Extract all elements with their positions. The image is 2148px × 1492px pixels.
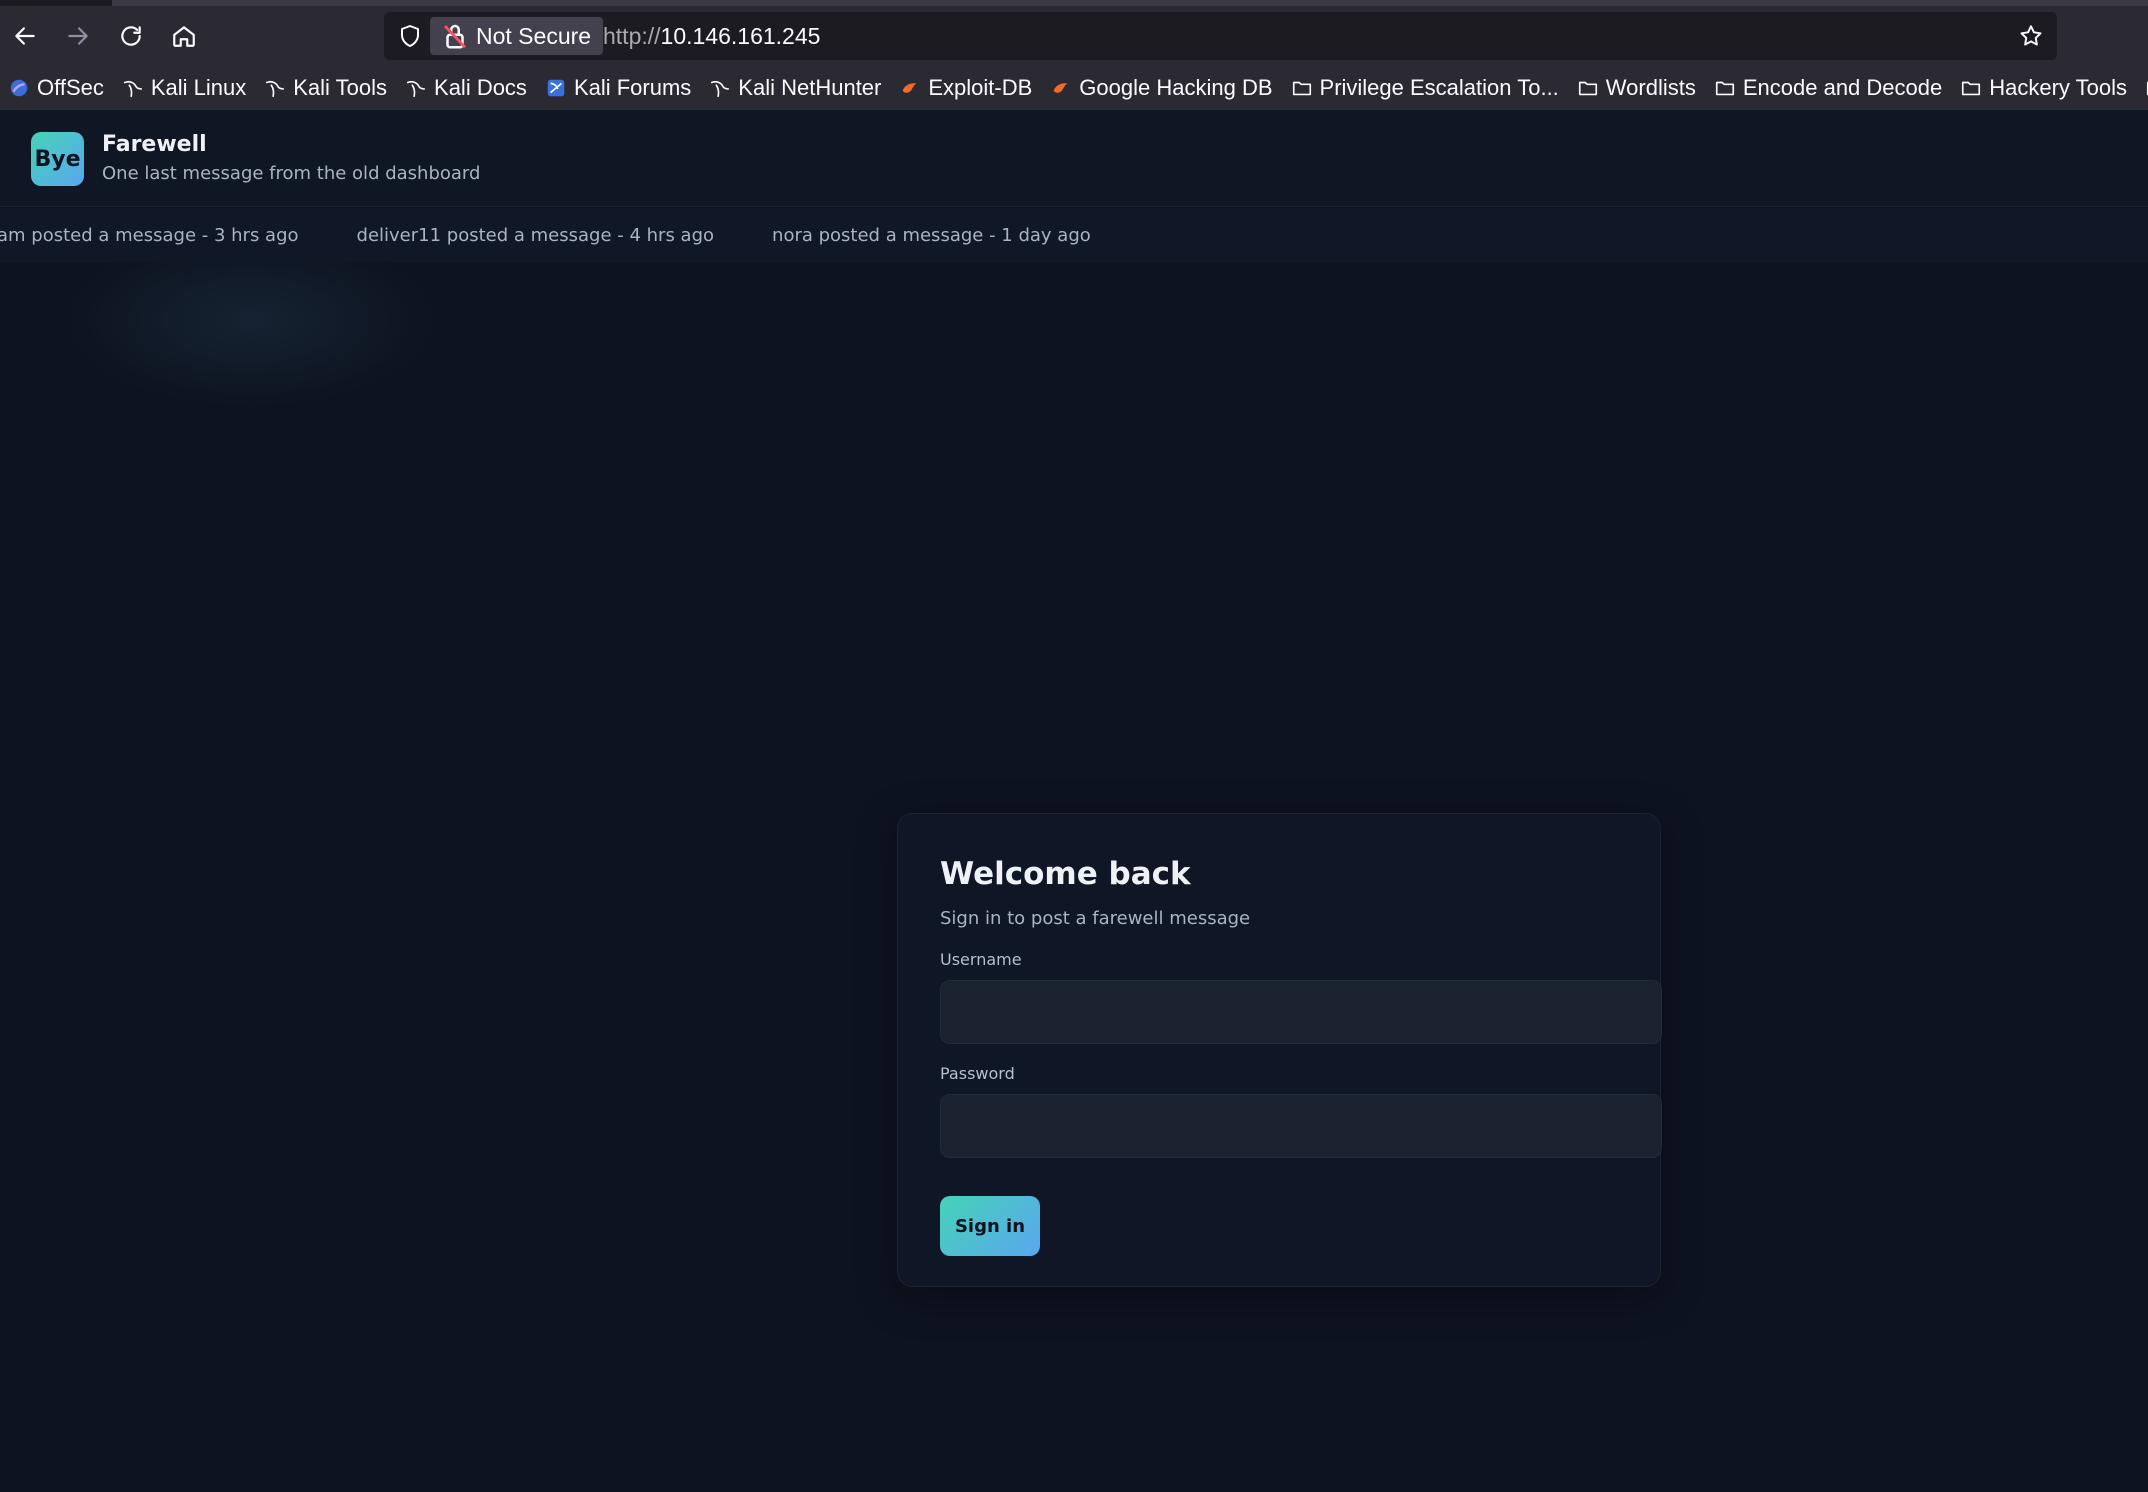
bookmark-item[interactable]: Privilege Escalation To... — [1291, 75, 1559, 101]
folder-icon — [1714, 77, 1736, 99]
bookmark-label: Kali Linux — [150, 75, 247, 100]
bookmark-item[interactable]: Kali Tools — [264, 75, 387, 101]
bookmark-item[interactable]: Wordlists — [1577, 75, 1696, 101]
site-subtitle: One last message from the old dashboard — [102, 163, 481, 184]
kali-forums-icon — [545, 77, 567, 99]
url-host: 10.146.161.245 — [660, 22, 821, 49]
reload-icon — [121, 26, 141, 46]
home-icon — [173, 26, 195, 47]
login-card: Welcome back Sign in to post a farewell … — [897, 813, 1662, 1287]
bookmark-label: Wordlists — [1605, 75, 1696, 100]
browser-chrome: Not Secure http://10.146.161.245 OffSec K… — [0, 0, 2148, 110]
offsec-icon — [8, 77, 30, 99]
arrow-right-icon — [68, 27, 88, 45]
ticker-item: deliver11 posted a message - 4 hrs ago — [356, 224, 715, 246]
bookmark-label: Hackery Tools — [1989, 75, 2127, 100]
kali-dragon-icon — [264, 77, 286, 99]
bookmark-label: Kali Docs — [434, 75, 527, 100]
password-input[interactable] — [940, 1094, 1662, 1158]
username-label: Username — [940, 950, 1022, 969]
page-viewport: Bye Farewell One last message from the o… — [0, 110, 2148, 1492]
kali-dragon-icon — [405, 77, 427, 99]
bookmark-item[interactable]: Encode and Decode — [1714, 75, 1942, 101]
login-title: Welcome back — [940, 856, 1191, 892]
ticker-track: am posted a message - 3 hrs ago deliver1… — [0, 208, 1149, 262]
password-label: Password — [940, 1064, 1015, 1083]
star-icon — [2020, 25, 2042, 46]
sign-in-button[interactable]: Sign in — [940, 1196, 1040, 1256]
home-button[interactable] — [164, 16, 204, 56]
bookmark-item[interactable]: Kali Linux — [122, 75, 246, 101]
login-subtitle: Sign in to post a farewell message — [940, 908, 1251, 929]
bookmark-item[interactable]: Exploit-DB — [899, 75, 1032, 101]
site-logo: Bye — [31, 132, 84, 186]
folder-icon — [1291, 77, 1313, 99]
bookmark-label: Exploit-DB — [928, 75, 1033, 100]
bookmarks-toolbar: OffSec Kali Linux Kali Tools Kali Docs Kali … — [0, 66, 2148, 110]
bookmark-item[interactable]: Google Hacking DB — [1050, 75, 1273, 101]
folder-icon — [1577, 77, 1599, 99]
kali-dragon-icon — [709, 77, 731, 99]
url-bar[interactable]: Not Secure http://10.146.161.245 — [384, 12, 2057, 60]
bookmark-item[interactable]: Kali Forums — [545, 75, 691, 101]
bookmark-label: Kali Tools — [293, 75, 388, 100]
bookmark-label: Privilege Escalation To... — [1319, 75, 1559, 100]
shield-icon — [401, 25, 419, 47]
forward-button[interactable] — [58, 16, 98, 56]
username-input[interactable] — [940, 980, 1662, 1044]
url-text[interactable]: http://10.146.161.245 — [603, 12, 820, 60]
browser-toolbar: Not Secure http://10.146.161.245 — [0, 6, 2148, 66]
site-header: Bye Farewell One last message from the o… — [0, 110, 2148, 207]
bookmark-label: Encode and Decode — [1742, 75, 1943, 100]
security-indicator[interactable]: Not Secure — [430, 17, 604, 55]
exploit-db-icon — [1050, 77, 1072, 99]
kali-dragon-icon — [122, 77, 144, 99]
site-title: Farewell — [102, 132, 207, 157]
ticker-item: am posted a message - 3 hrs ago — [0, 224, 299, 246]
url-protocol: http:// — [603, 22, 661, 49]
bookmark-star-button[interactable] — [2015, 20, 2047, 52]
arrow-left-icon — [15, 27, 35, 45]
bookmark-label: Kali NetHunter — [738, 75, 882, 100]
tracking-protection-button[interactable] — [394, 20, 426, 52]
back-button[interactable] — [5, 16, 45, 56]
bookmark-label: Kali Forums — [573, 75, 692, 100]
bookmark-item[interactable]: Kali NetHunter — [709, 75, 881, 101]
activity-ticker: am posted a message - 3 hrs ago deliver1… — [0, 208, 2148, 262]
bookmark-item[interactable]: OffSec — [8, 75, 104, 101]
bookmark-item[interactable]: Hackery Tools — [1960, 75, 2127, 101]
bookmark-item[interactable]: Kali Docs — [405, 75, 527, 101]
bookmark-label: OffSec — [37, 75, 104, 100]
insecure-lock-icon — [443, 24, 467, 49]
ticker-item: nora posted a message - 1 day ago — [772, 224, 1091, 246]
exploit-db-icon — [899, 77, 921, 99]
bookmark-label: Google Hacking DB — [1079, 75, 1273, 100]
security-label: Not Secure — [476, 22, 592, 49]
reload-button[interactable] — [111, 16, 151, 56]
folder-icon — [1960, 77, 1982, 99]
